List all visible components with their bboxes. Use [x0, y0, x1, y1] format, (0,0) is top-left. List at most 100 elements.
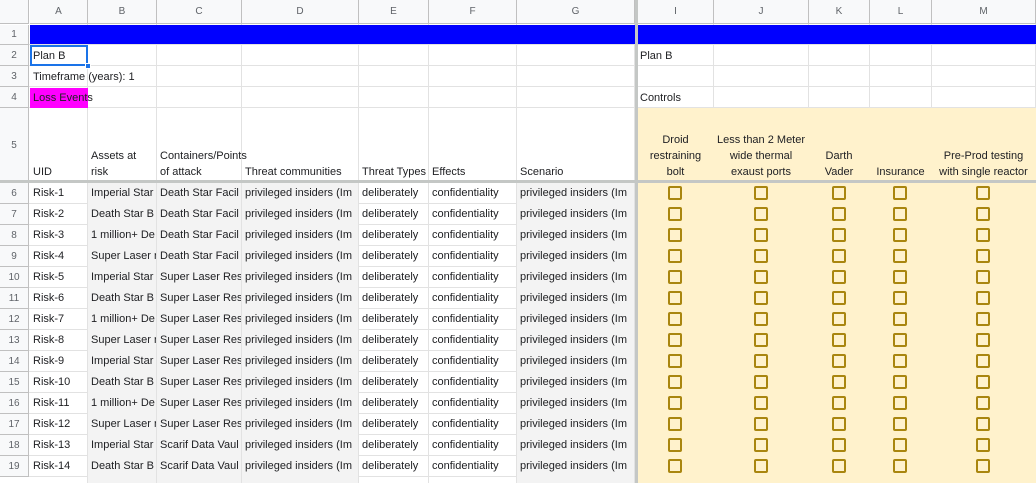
table-cell[interactable]: deliberately — [359, 414, 428, 435]
column-header-A[interactable]: A — [30, 0, 88, 24]
checkbox-unchecked-icon[interactable] — [976, 354, 990, 368]
table-cell[interactable]: privileged insiders (Im — [517, 204, 634, 225]
table-cell[interactable]: Death Star Facil — [157, 204, 241, 225]
checkbox-unchecked-icon[interactable] — [832, 438, 846, 452]
table-cell[interactable]: confidentiality — [429, 351, 516, 372]
table-cell[interactable]: Imperial Star — [88, 183, 156, 204]
table-cell[interactable]: privileged insiders (Im — [517, 288, 634, 309]
checkbox-unchecked-icon[interactable] — [976, 186, 990, 200]
checkbox-unchecked-icon[interactable] — [754, 186, 768, 200]
table-cell[interactable]: confidentiality — [429, 183, 516, 204]
table-cell[interactable]: Death Star Facil — [157, 225, 241, 246]
table-cell[interactable]: Risk-5 — [30, 267, 87, 288]
table-cell[interactable]: Imperial Star — [88, 435, 156, 456]
checkbox-unchecked-icon[interactable] — [832, 333, 846, 347]
row-header-1[interactable]: 1 — [0, 25, 29, 45]
table-cell[interactable]: Risk-1 — [30, 183, 87, 204]
table-cell[interactable]: privileged insiders (Im — [517, 267, 634, 288]
row-header-18[interactable]: 18 — [0, 435, 29, 456]
table-cell[interactable]: privileged insiders (Im — [242, 456, 358, 477]
table-cell[interactable]: Risk-11 — [30, 393, 87, 414]
checkbox-unchecked-icon[interactable] — [976, 312, 990, 326]
table-cell[interactable]: privileged insiders (Im — [242, 288, 358, 309]
fill-handle[interactable] — [85, 63, 91, 69]
table-cell[interactable]: Super Laser Res — [157, 309, 241, 330]
table-cell[interactable]: privileged insiders (Im — [242, 267, 358, 288]
table-cell[interactable]: privileged insiders (Im — [242, 393, 358, 414]
checkbox-unchecked-icon[interactable] — [976, 207, 990, 221]
frozen-column-divider[interactable] — [635, 0, 638, 483]
row-header-12[interactable]: 12 — [0, 309, 29, 330]
table-cell[interactable]: Super Laser Res — [157, 393, 241, 414]
table-cell[interactable]: confidentiality — [429, 246, 516, 267]
column-header-F[interactable]: F — [429, 0, 517, 24]
table-cell[interactable]: Scarif Data Vaul — [157, 456, 241, 477]
checkbox-unchecked-icon[interactable] — [832, 270, 846, 284]
table-cell[interactable]: deliberately — [359, 372, 428, 393]
checkbox-unchecked-icon[interactable] — [754, 312, 768, 326]
checkbox-unchecked-icon[interactable] — [832, 207, 846, 221]
checkbox-unchecked-icon[interactable] — [976, 291, 990, 305]
checkbox-unchecked-icon[interactable] — [893, 417, 907, 431]
checkbox-unchecked-icon[interactable] — [754, 375, 768, 389]
table-cell[interactable]: privileged insiders (Im — [242, 204, 358, 225]
checkbox-unchecked-icon[interactable] — [668, 228, 682, 242]
row-header-9[interactable]: 9 — [0, 246, 29, 267]
row-header-15[interactable]: 15 — [0, 372, 29, 393]
checkbox-unchecked-icon[interactable] — [754, 333, 768, 347]
table-cell[interactable]: Super Laser Res — [157, 267, 241, 288]
checkbox-unchecked-icon[interactable] — [668, 354, 682, 368]
checkbox-unchecked-icon[interactable] — [976, 249, 990, 263]
table-cell[interactable]: Scarif Data Vaul — [157, 435, 241, 456]
column-header-C[interactable]: C — [157, 0, 242, 24]
row-header-17[interactable]: 17 — [0, 414, 29, 435]
table-cell[interactable]: privileged insiders (Im — [242, 435, 358, 456]
table-cell[interactable]: privileged insiders (Im — [242, 225, 358, 246]
table-cell[interactable]: confidentiality — [429, 372, 516, 393]
checkbox-unchecked-icon[interactable] — [668, 186, 682, 200]
column-header-I[interactable]: I — [638, 0, 714, 24]
control-header-1[interactable]: Droid restraining bolt — [638, 132, 713, 180]
checkbox-unchecked-icon[interactable] — [832, 396, 846, 410]
header-containers-points-of-attack[interactable]: Containers/Points of attack — [160, 148, 247, 180]
checkbox-unchecked-icon[interactable] — [832, 291, 846, 305]
control-header-2[interactable]: Less than 2 Meter wide thermal exaust po… — [714, 132, 808, 180]
table-cell[interactable]: privileged insiders (Im — [517, 351, 634, 372]
checkbox-unchecked-icon[interactable] — [976, 417, 990, 431]
table-cell[interactable]: Risk-4 — [30, 246, 87, 267]
checkbox-unchecked-icon[interactable] — [668, 396, 682, 410]
checkbox-unchecked-icon[interactable] — [832, 375, 846, 389]
row-header-13[interactable]: 13 — [0, 330, 29, 351]
table-cell[interactable]: privileged insiders (Im — [517, 414, 634, 435]
checkbox-unchecked-icon[interactable] — [668, 291, 682, 305]
checkbox-unchecked-icon[interactable] — [893, 228, 907, 242]
table-cell[interactable]: Risk-14 — [30, 456, 87, 477]
table-cell[interactable]: privileged insiders (Im — [517, 183, 634, 204]
control-header-5[interactable]: Pre-Prod testing with single reactor — [932, 148, 1035, 180]
row-header-2[interactable]: 2 — [0, 45, 29, 66]
control-header-3[interactable]: Darth Vader — [809, 148, 869, 180]
table-cell[interactable]: deliberately — [359, 288, 428, 309]
checkbox-unchecked-icon[interactable] — [976, 459, 990, 473]
table-cell[interactable]: Death Star Facil — [157, 246, 241, 267]
row-header-4[interactable]: 4 — [0, 87, 29, 108]
checkbox-unchecked-icon[interactable] — [832, 312, 846, 326]
checkbox-unchecked-icon[interactable] — [754, 354, 768, 368]
table-cell[interactable]: confidentiality — [429, 225, 516, 246]
checkbox-unchecked-icon[interactable] — [754, 270, 768, 284]
table-cell[interactable]: Risk-12 — [30, 414, 87, 435]
row-header-14[interactable]: 14 — [0, 351, 29, 372]
table-cell[interactable]: deliberately — [359, 435, 428, 456]
table-cell[interactable]: Imperial Star — [88, 267, 156, 288]
checkbox-unchecked-icon[interactable] — [832, 249, 846, 263]
checkbox-unchecked-icon[interactable] — [893, 354, 907, 368]
checkbox-unchecked-icon[interactable] — [668, 333, 682, 347]
checkbox-unchecked-icon[interactable] — [893, 270, 907, 284]
checkbox-unchecked-icon[interactable] — [668, 438, 682, 452]
checkbox-unchecked-icon[interactable] — [668, 375, 682, 389]
table-cell[interactable]: confidentiality — [429, 309, 516, 330]
row-header-3[interactable]: 3 — [0, 66, 29, 87]
header-assets-at-risk[interactable]: Assets at risk — [91, 148, 155, 180]
table-cell[interactable]: privileged insiders (Im — [517, 309, 634, 330]
checkbox-unchecked-icon[interactable] — [668, 249, 682, 263]
